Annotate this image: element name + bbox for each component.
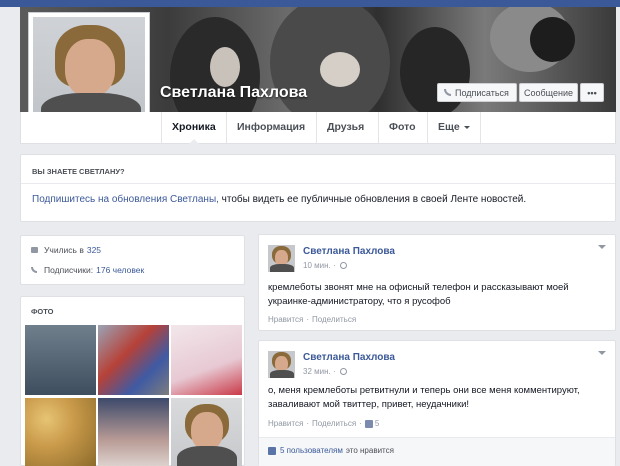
separator: · [306,315,309,324]
followers-row: Подписчики: 176 человек [31,265,144,275]
post-actions: Нравится · Поделиться · 5 [268,419,379,428]
photo-thumbnail[interactable] [98,398,169,466]
cover-figure [210,47,240,87]
post-author[interactable]: Светлана Пахлова [303,246,395,257]
subscribe-label: Подписаться [455,87,509,98]
divider [21,183,615,184]
tab-friends[interactable]: Друзья [316,112,374,143]
post-card: Светлана Пахлова 10 мин. · кремлеботы зв… [258,234,616,331]
likes-suffix: это нравится [345,446,394,455]
cover-camera [530,17,575,62]
likes-text: 5 пользователям это нравится [268,446,394,455]
tab-label: Друзья [327,121,365,133]
subscribe-prompt: Подпишитесь на обновления Светланы, чтоб… [32,194,526,205]
timestamp-text: 10 мин. · [303,261,336,270]
intro-card: Учились в 325 Подписчики: 176 человек [20,235,245,285]
photo-thumbnail[interactable] [171,325,242,395]
like-button[interactable]: Нравится [268,315,303,324]
avatar[interactable] [268,245,295,272]
subscribe-link[interactable]: Подпишитесь на обновления Светланы, [32,194,219,205]
post-actions: Нравится · Поделиться [268,315,356,324]
chevron-down-icon[interactable] [598,351,606,359]
subscribe-prompt-text: чтобы видеть ее публичные обновления в с… [218,194,527,205]
tab-about[interactable]: Информация [226,112,315,143]
more-options-button[interactable]: ••• [580,83,604,102]
thumbs-up-icon [268,446,276,455]
education-row: Учились в 325 [31,245,101,255]
avatar-body [270,370,294,378]
photo-thumbnail[interactable] [25,398,96,466]
photo-thumbnail[interactable] [25,325,96,395]
share-button[interactable]: Поделиться [312,315,356,324]
like-icon [364,419,373,428]
post-timestamp[interactable]: 32 мин. · [303,367,347,376]
tab-photos[interactable]: Фото [378,112,426,143]
tab-timeline[interactable]: Хроника [161,112,226,144]
tab-label: Еще [438,121,460,133]
tab-label: Фото [389,121,416,133]
message-label: Сообщение [524,87,573,98]
globe-icon [339,368,347,375]
avatar-face [65,39,115,97]
message-button[interactable]: Сообщение [519,83,578,102]
photo-body [177,446,237,466]
globe-icon [339,262,347,269]
rss-icon [31,267,37,273]
education-text: Учились в [44,245,84,255]
photos-card: ФОТО [20,296,245,466]
likes-summary: 5 пользователям это нравится [259,437,615,466]
top-navigation-bar [0,0,620,7]
more-label: ••• [587,87,597,98]
photos-title[interactable]: ФОТО [31,307,53,316]
post-timestamp[interactable]: 10 мин. · [303,261,347,270]
subscribe-button[interactable]: Подписаться [437,83,517,102]
tab-label: Информация [237,121,306,133]
photo-face [191,412,223,450]
rss-icon [444,89,451,96]
tab-more[interactable]: Еще [427,112,481,143]
chevron-down-icon[interactable] [598,245,606,253]
avatar [33,17,145,127]
avatar[interactable] [268,351,295,378]
followers-text: Подписчики: [44,265,94,275]
likers-link[interactable]: 5 пользователям [280,446,343,455]
profile-tabs: Хроника Информация Друзья Фото Еще [20,112,616,144]
do-you-know-card: ВЫ ЗНАЕТЕ СВЕТЛАНУ? Подпишитесь на обнов… [20,154,616,222]
post-text: о, меня кремлеботы ретвитнули и теперь о… [268,385,580,410]
photo-thumbnail[interactable] [98,325,169,395]
post-card: Светлана Пахлова 32 мин. · о, меня кремл… [258,340,616,466]
tab-label: Хроника [172,121,216,133]
followers-link[interactable]: 176 человек [96,265,144,275]
chevron-down-icon [463,125,470,132]
photo-thumbnail[interactable] [171,398,242,466]
card-title: ВЫ ЗНАЕТЕ СВЕТЛАНУ? [32,167,125,176]
avatar-body [270,264,294,272]
separator: · [306,419,309,428]
school-link[interactable]: 325 [87,245,101,255]
post-author[interactable]: Светлана Пахлова [303,352,395,363]
timestamp-text: 32 мин. · [303,367,336,376]
graduation-cap-icon [31,247,38,253]
share-button[interactable]: Поделиться [312,419,356,428]
like-button[interactable]: Нравится [268,419,303,428]
like-count[interactable]: 5 [375,419,379,428]
cover-figure [320,52,360,87]
post-text: кремлеботы звонят мне на офисный телефон… [268,282,569,307]
profile-name[interactable]: Светлана Пахлова [160,84,307,102]
separator: · [359,419,362,428]
